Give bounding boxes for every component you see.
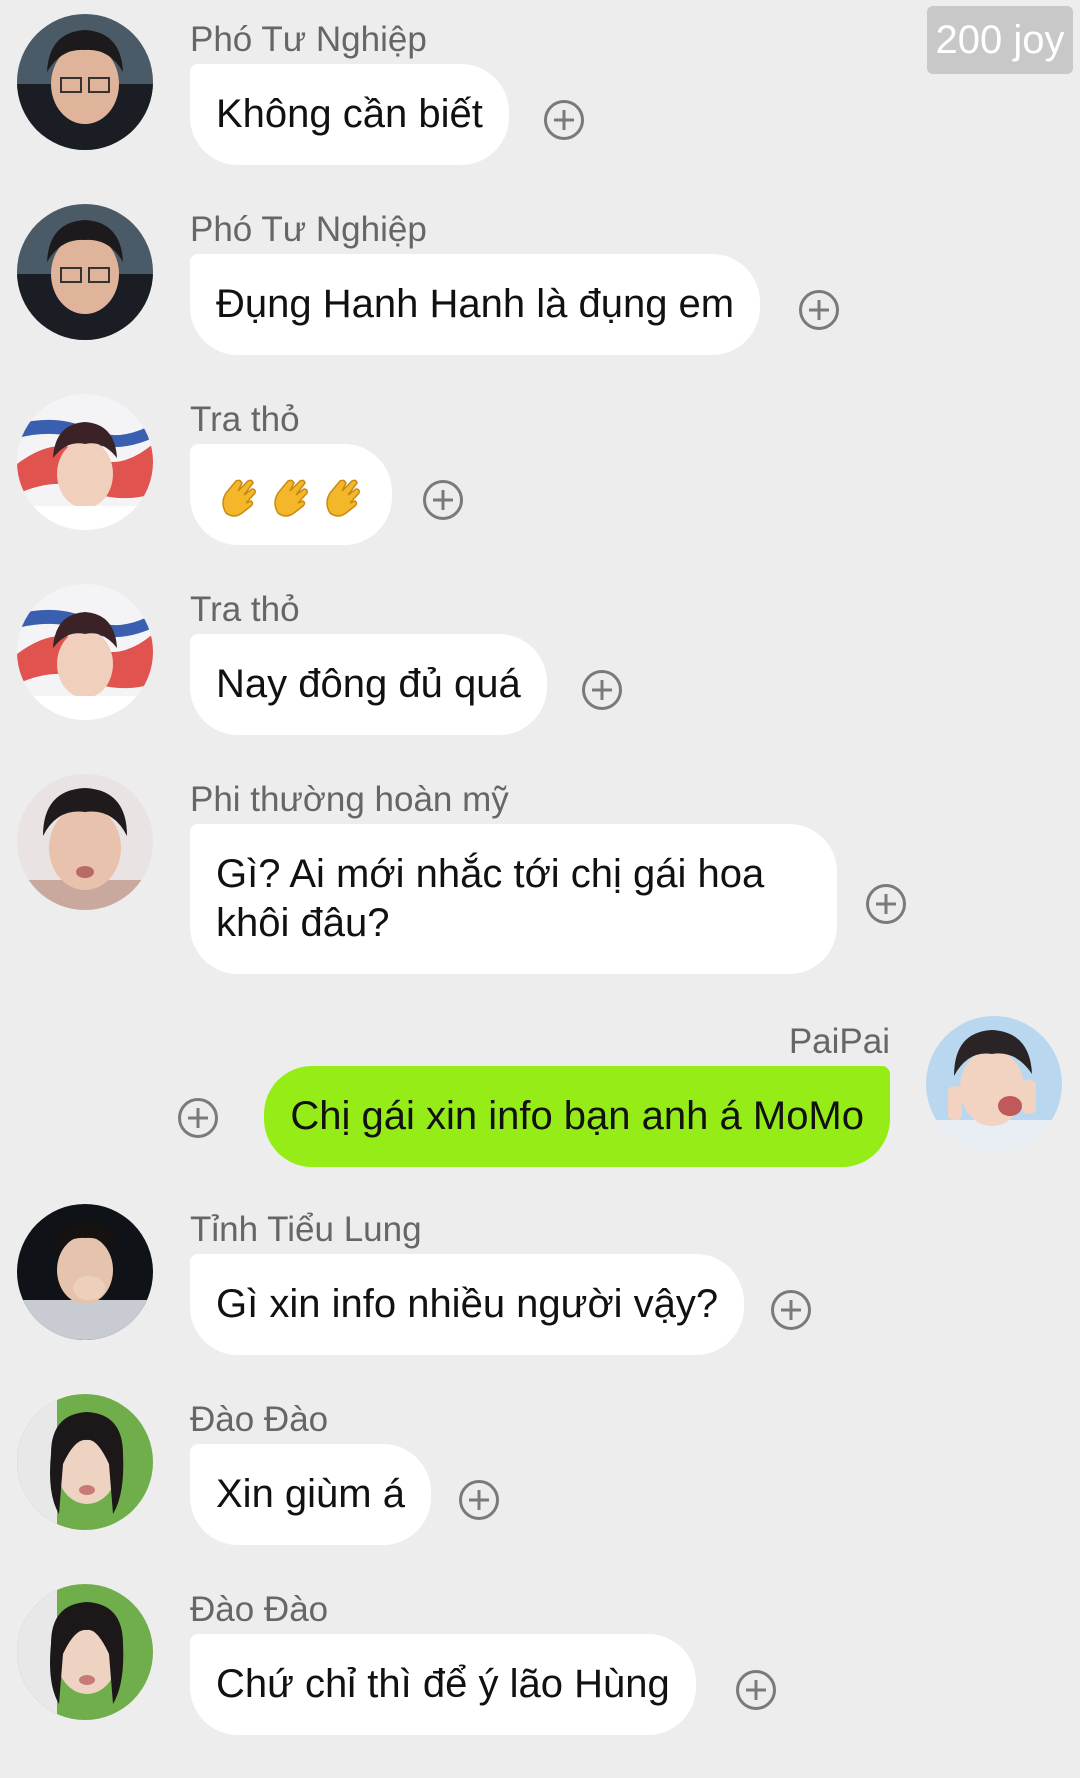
joy-badge: 200 joy (927, 6, 1073, 74)
plus-circle-icon[interactable] (459, 1480, 499, 1520)
avatar[interactable] (17, 394, 153, 530)
avatar[interactable] (17, 774, 153, 910)
message-bubble[interactable]: Chứ chỉ thì để ý lão Hùng (190, 1634, 696, 1735)
avatar[interactable] (17, 14, 153, 150)
sender-name: Tỉnh Tiểu Lung (190, 1210, 422, 1249)
plus-circle-icon[interactable] (799, 290, 839, 330)
sender-name: Phó Tư Nghiệp (190, 210, 427, 249)
message-bubble[interactable]: Đụng Hanh Hanh là đụng em (190, 254, 761, 355)
plus-circle-icon[interactable] (736, 1670, 776, 1710)
sender-name: Phó Tư Nghiệp (190, 20, 427, 59)
sender-name: Đào Đào (190, 1590, 329, 1629)
sender-name: PaiPai (788, 1022, 890, 1061)
avatar[interactable] (926, 1016, 1062, 1152)
message-bubble[interactable]: Gì xin info nhiều người vậy? (190, 1254, 745, 1355)
clapping-hands-icon (216, 473, 262, 519)
sender-name: Tra thỏ (190, 400, 300, 439)
avatar[interactable] (17, 1584, 153, 1720)
avatar[interactable] (17, 584, 153, 720)
plus-circle-icon[interactable] (178, 1098, 218, 1138)
clapping-hands-icon (268, 473, 314, 519)
message-bubble[interactable] (190, 444, 392, 546)
sender-name: Đào Đào (190, 1400, 329, 1439)
chat-thread: 200 joy Phó Tư Nghiệp Không cần biết Phó… (0, 0, 1080, 1778)
plus-circle-icon[interactable] (423, 480, 463, 520)
sender-name: Phi thường hoàn mỹ (190, 780, 509, 819)
message-bubble[interactable]: Nay đông đủ quá (190, 634, 547, 735)
plus-circle-icon[interactable] (544, 100, 584, 140)
avatar[interactable] (17, 204, 153, 340)
message-bubble[interactable]: Xin giùm á (190, 1444, 431, 1545)
avatar[interactable] (17, 1394, 153, 1530)
message-bubble[interactable]: Chị gái xin info bạn anh á MoMo (264, 1066, 890, 1167)
sender-name: Tra thỏ (190, 590, 300, 629)
plus-circle-icon[interactable] (582, 670, 622, 710)
clapping-hands-icon (320, 473, 366, 519)
plus-circle-icon[interactable] (771, 1290, 811, 1330)
message-bubble[interactable]: Gì? Ai mới nhắc tới chị gái hoa khôi đâu… (190, 824, 837, 974)
plus-circle-icon[interactable] (866, 884, 906, 924)
message-bubble[interactable]: Không cần biết (190, 64, 509, 165)
avatar[interactable] (17, 1204, 153, 1340)
